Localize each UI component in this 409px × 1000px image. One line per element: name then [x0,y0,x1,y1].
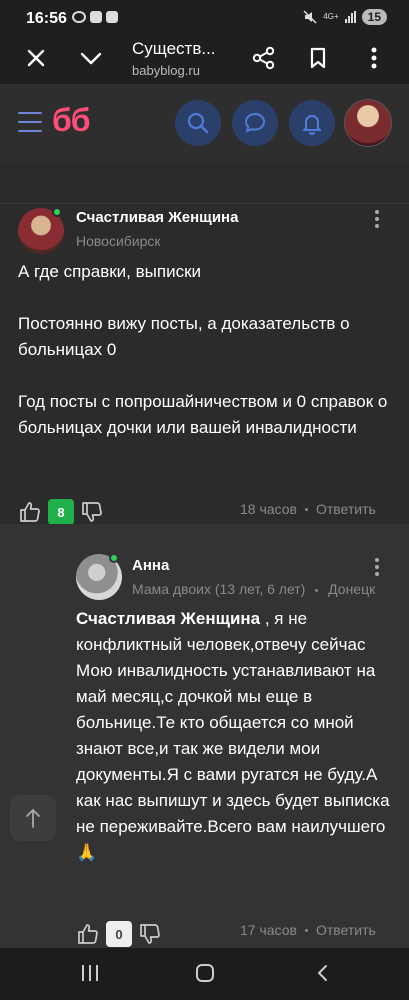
notification-icon [90,11,102,23]
mention-link[interactable]: Счастливая Женщина [76,609,260,628]
chevron-down-icon[interactable] [77,44,105,72]
thumbs-up-icon[interactable] [18,500,42,524]
back-icon[interactable] [313,963,333,983]
reply-link[interactable]: Ответить [316,501,376,517]
browser-toolbar: Существ... babyblog.ru [0,32,409,84]
more-vert-icon[interactable] [360,44,388,72]
comment-meta: 18 часов Ответить [240,501,376,517]
user-avatar[interactable] [344,99,392,147]
close-icon[interactable] [22,44,50,72]
status-bar: 16:56 4G+ 15 [0,0,409,32]
author-location: Новосибирск [76,233,161,249]
signal-icon [344,11,356,23]
thumbs-down-icon[interactable] [138,922,162,946]
separator-dot [315,588,319,592]
system-nav-bar [0,948,409,1000]
comment-time: 17 часов [240,922,297,938]
like-controls: 0 [76,921,162,947]
comment: Счастливая Женщина Новосибирск А где спр… [0,204,409,525]
bell-icon [303,115,321,135]
arrow-up-icon [26,809,40,828]
menu-icon[interactable] [18,112,42,132]
search-button[interactable] [175,100,221,146]
like-count: 0 [106,921,132,947]
status-right: 4G+ 15 [303,9,387,25]
comment-time: 18 часов [240,501,297,517]
author-location: Донецк [328,581,376,597]
comment-reply: Анна Мама двоих (13 лет, 6 лет) Донецк С… [0,524,409,948]
home-icon[interactable] [196,964,214,982]
comment-text: А где справки, выписки Постоянно вижу по… [18,262,388,437]
battery-level: 15 [361,9,387,25]
notification-icon [72,11,86,23]
more-vert-icon[interactable] [375,558,381,579]
site-logo[interactable]: бб [52,102,91,139]
comment-text: Счастливая Женщина , я не конфликтный че… [76,606,394,866]
author-status: Мама двоих (13 лет, 6 лет) [132,581,306,597]
network-type: 4G+ [323,12,339,21]
page-url[interactable]: babyblog.ru [132,63,200,78]
share-icon[interactable] [250,44,278,72]
like-count: 8 [48,499,74,525]
author-name[interactable]: Анна [132,557,169,574]
thumbs-up-icon[interactable] [76,922,100,946]
content-spacer [0,162,409,204]
notification-icons [72,11,118,23]
notification-icon [106,11,118,23]
notifications-button[interactable] [289,100,335,146]
more-vert-icon[interactable] [375,210,381,231]
site-header: бб [0,84,409,162]
separator-dot [304,507,308,511]
messages-button[interactable] [232,100,278,146]
thumbs-down-icon[interactable] [80,500,104,524]
mute-icon [303,10,317,24]
author-subtitle: Мама двоих (13 лет, 6 лет) Донецк [132,581,409,597]
comment-body: , я не конфликтный человек,отвечу сейчас… [76,609,390,862]
author-name[interactable]: Счастливая Женщина [76,209,238,226]
like-controls: 8 [18,499,104,525]
chat-icon [244,112,266,133]
search-icon [187,112,209,134]
status-time: 16:56 [26,10,67,27]
comment-meta: 17 часов Ответить [240,922,376,938]
online-indicator [109,553,119,563]
reply-link[interactable]: Ответить [316,922,376,938]
scroll-top-button[interactable] [10,795,56,841]
online-indicator [52,207,62,217]
page-title: Существ... [132,39,216,58]
separator-dot [304,928,308,932]
recents-icon[interactable] [82,965,98,981]
bookmark-icon[interactable] [304,44,332,72]
